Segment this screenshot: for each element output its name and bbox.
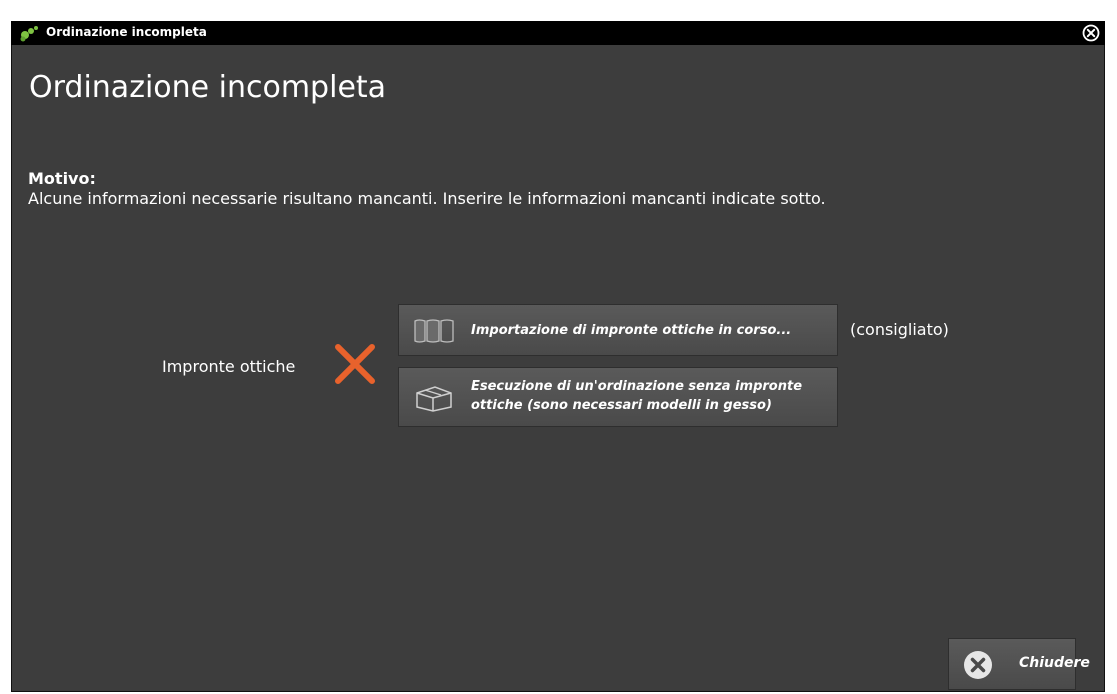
box-icon [416,386,452,412]
order-without-impressions-label: Esecuzione di un'ordinazione senza impro… [471,377,831,415]
import-impressions-label: Importazione di impronte ottiche in cors… [471,323,792,338]
recommended-label: (consigliato) [850,320,949,339]
close-button-label: Chiudere [1019,655,1090,671]
order-without-impressions-line1: Esecuzione di un'ordinazione senza impro… [471,379,803,394]
window-title: Ordinazione incompleta [46,25,207,39]
optical-impression-icon [414,319,454,343]
import-impressions-button[interactable]: Importazione di impronte ottiche in cors… [398,304,838,356]
missing-item-label: Impronte ottiche [162,357,296,376]
order-without-impressions-line2: ottiche (sono necessari modelli in gesso… [471,398,772,413]
reason-label: Motivo: [28,169,96,188]
x-mark-icon [335,344,375,384]
close-circle-icon [964,651,992,679]
app-logo-icon [20,26,38,42]
order-without-impressions-button[interactable]: Esecuzione di un'ordinazione senza impro… [398,367,838,427]
page-title: Ordinazione incompleta [29,70,387,105]
reason-text: Alcune informazioni necessarie risultano… [28,189,826,208]
window-close-icon[interactable] [1082,24,1100,42]
title-bar: Ordinazione incompleta [11,21,1105,45]
close-button[interactable]: Chiudere [948,638,1090,690]
